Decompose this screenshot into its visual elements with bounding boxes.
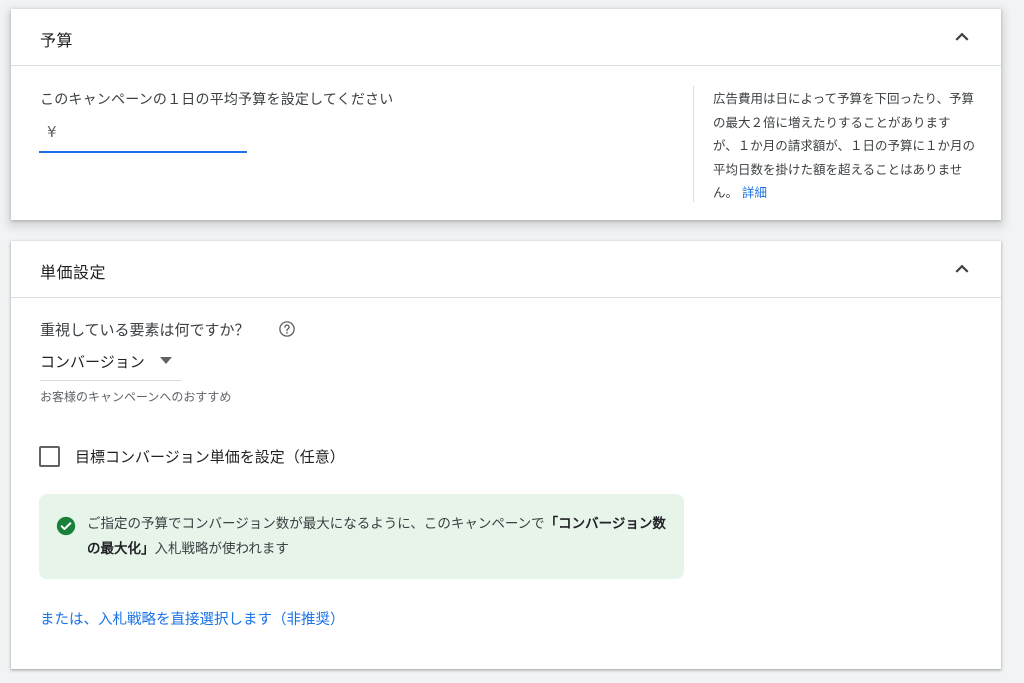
focus-dropdown[interactable]: コンバージョン xyxy=(40,345,182,381)
bidding-collapse-button[interactable] xyxy=(949,256,975,282)
strategy-info-suffix: 入札戦略が使われます xyxy=(154,541,289,557)
target-cpa-label: 目標コンバージョン単価を設定（任意） xyxy=(75,448,345,466)
daily-budget-field[interactable]: ¥ xyxy=(39,115,247,153)
focus-dropdown-value: コンバージョン xyxy=(40,353,145,371)
strategy-info-box: ご指定の予算でコンバージョン数が最大になるように、このキャンペーンで「コンバージ… xyxy=(39,494,684,579)
bidding-card-title: 単価設定 xyxy=(40,263,107,282)
strategy-info-prefix: ご指定の予算でコンバージョン数が最大になるように、このキャンペーンで xyxy=(87,516,545,532)
recommendation-note: お客様のキャンペーンへのおすすめ xyxy=(40,390,232,404)
chevron-up-icon xyxy=(955,264,969,273)
focus-question-label: 重視している要素は何ですか？ xyxy=(40,321,250,339)
chevron-up-icon xyxy=(955,32,969,41)
check-circle-icon xyxy=(56,516,76,536)
budget-help-body: 広告費用は日によって予算を下回ったり、予算の最大２倍に増えたりすることがあります… xyxy=(713,91,976,200)
budget-prompt-label: このキャンペーンの１日の平均予算を設定してください xyxy=(40,92,394,108)
vertical-divider xyxy=(693,86,694,202)
caret-down-icon xyxy=(160,357,172,364)
learn-more-link[interactable]: 詳細 xyxy=(742,185,767,200)
daily-budget-input[interactable] xyxy=(67,119,243,147)
budget-card-header[interactable]: 予算 xyxy=(11,9,1001,66)
strategy-info-message: ご指定の予算でコンバージョン数が最大になるように、このキャンペーンで「コンバージ… xyxy=(87,512,667,562)
budget-card: 予算 このキャンペーンの１日の平均予算を設定してください ¥ 広告費用は日によっ… xyxy=(11,9,1001,220)
bidding-card-header[interactable]: 単価設定 xyxy=(11,241,1001,298)
target-cpa-checkbox[interactable] xyxy=(39,446,60,467)
bidding-card: 単価設定 重視している要素は何ですか？ コンバージョン お客様のキャンペーンへの… xyxy=(11,241,1001,669)
budget-collapse-button[interactable] xyxy=(949,24,975,50)
currency-symbol: ¥ xyxy=(47,123,57,141)
manual-strategy-link[interactable]: または、入札戦略を直接選択します（非推奨） xyxy=(40,608,345,629)
budget-help-text: 広告費用は日によって予算を下回ったり、予算の最大２倍に増えたりすることがあります… xyxy=(713,87,975,205)
help-circle-icon[interactable] xyxy=(278,320,296,338)
budget-card-title: 予算 xyxy=(40,31,74,50)
